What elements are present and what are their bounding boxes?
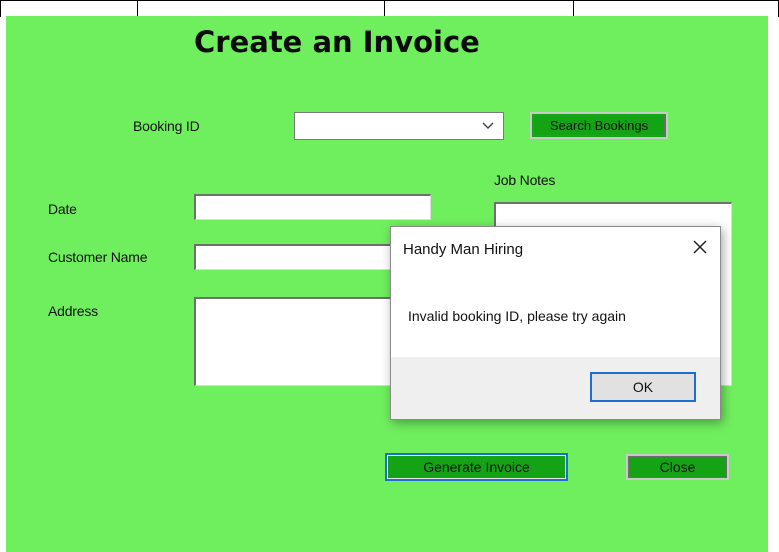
divider <box>137 1 138 17</box>
customer-name-label: Customer Name <box>48 249 148 265</box>
ok-button[interactable]: OK <box>590 372 696 402</box>
divider <box>384 1 385 17</box>
date-label: Date <box>48 201 77 217</box>
generate-invoice-button[interactable]: Generate Invoice <box>385 453 568 481</box>
dialog-message: Invalid booking ID, please try again <box>408 308 626 324</box>
close-icon[interactable] <box>690 237 710 257</box>
error-dialog: Handy Man Hiring Invalid booking ID, ple… <box>390 226 721 420</box>
address-label: Address <box>48 303 98 319</box>
divider <box>0 1 1 17</box>
top-strip <box>0 0 779 17</box>
date-field[interactable] <box>194 194 431 220</box>
booking-id-label: Booking ID <box>133 118 200 134</box>
dialog-title: Handy Man Hiring <box>403 241 524 258</box>
divider <box>573 1 574 17</box>
close-button[interactable]: Close <box>626 454 729 480</box>
chevron-down-icon[interactable] <box>481 118 495 132</box>
booking-id-combobox[interactable] <box>294 112 504 140</box>
job-notes-label: Job Notes <box>494 172 556 188</box>
page-title: Create an Invoice <box>194 25 480 59</box>
search-bookings-button[interactable]: Search Bookings <box>530 112 668 139</box>
